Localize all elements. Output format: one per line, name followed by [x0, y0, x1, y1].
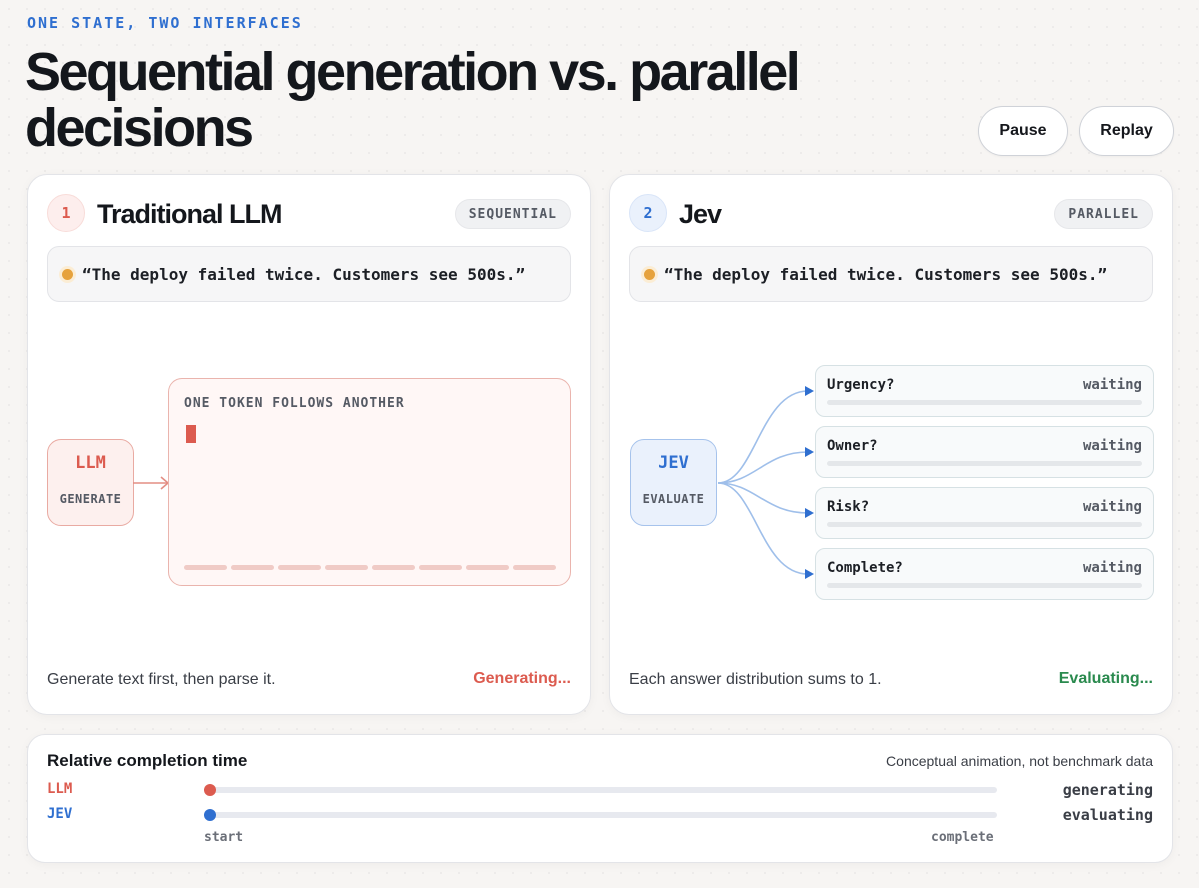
completion-timeline: Relative completion time Conceptual anim…	[27, 734, 1173, 863]
node-subtitle: GENERATE	[59, 492, 122, 506]
token-slots	[184, 565, 556, 570]
question-progress-bar	[827, 461, 1142, 466]
status-dot-icon	[62, 268, 73, 280]
token-slot	[419, 565, 462, 570]
prompt-text: “The deploy failed twice. Customers see …	[82, 264, 526, 284]
pause-button[interactable]: Pause	[978, 106, 1068, 156]
question-state: waiting	[1082, 499, 1142, 515]
question-label: Complete?	[827, 560, 903, 576]
token-box-label: ONE TOKEN FOLLOWS ANOTHER	[184, 396, 405, 411]
token-slot	[513, 565, 556, 570]
token-slot	[278, 565, 321, 570]
timeline-axis-start: start	[204, 830, 244, 845]
fan-out-arrows-icon	[717, 386, 814, 579]
timeline-marker-jev	[204, 809, 216, 821]
panel-number-badge: 1	[47, 194, 85, 232]
timeline-note: Conceptual animation, not benchmark data	[886, 753, 1153, 769]
question-card-complete: Complete? waiting	[815, 548, 1154, 600]
replay-button[interactable]: Replay	[1079, 106, 1174, 156]
timeline-row-label-jev: JEV	[47, 806, 73, 822]
question-state: waiting	[1082, 377, 1142, 393]
llm-node: LLM GENERATE	[47, 439, 134, 526]
panel-title: Jev	[679, 199, 722, 229]
token-slot	[325, 565, 368, 570]
timeline-track-llm	[204, 784, 997, 796]
question-state: waiting	[1082, 560, 1142, 576]
question-card-owner: Owner? waiting	[815, 426, 1154, 478]
question-card-risk: Risk? waiting	[815, 487, 1154, 539]
traditional-llm-panel: 1 Traditional LLM SEQUENTIAL “The deploy…	[27, 174, 591, 715]
token-stream-box: ONE TOKEN FOLLOWS ANOTHER	[168, 378, 571, 586]
timeline-axis-end: complete	[931, 830, 994, 845]
prompt-quote: “The deploy failed twice. Customers see …	[47, 246, 571, 302]
token-slot	[466, 565, 509, 570]
panel-number-badge: 2	[629, 194, 667, 232]
prompt-quote: “The deploy failed twice. Customers see …	[629, 246, 1153, 302]
arrow-right-icon	[133, 476, 170, 490]
panel-status: Generating...	[473, 670, 571, 687]
mode-tag: SEQUENTIAL	[454, 199, 571, 229]
panel-title: Traditional LLM	[97, 199, 282, 229]
timeline-state-jev: evaluating	[1062, 806, 1153, 824]
question-card-urgency: Urgency? waiting	[815, 365, 1154, 417]
node-name: LLM	[75, 453, 106, 473]
question-label: Owner?	[827, 438, 878, 454]
token-slot	[231, 565, 274, 570]
token-slot	[184, 565, 227, 570]
node-name: JEV	[658, 453, 689, 473]
question-progress-bar	[827, 522, 1142, 527]
mode-tag: PARALLEL	[1054, 199, 1153, 229]
question-label: Risk?	[827, 499, 870, 515]
timeline-title: Relative completion time	[47, 751, 248, 770]
timeline-state-llm: generating	[1062, 781, 1153, 799]
timeline-marker-llm	[204, 784, 216, 796]
question-progress-bar	[827, 583, 1142, 588]
panel-description: Generate text first, then parse it.	[47, 671, 276, 688]
question-progress-bar	[827, 400, 1142, 405]
question-label: Urgency?	[827, 377, 895, 393]
token-cursor	[186, 425, 196, 443]
node-subtitle: EVALUATE	[642, 492, 705, 506]
eyebrow: ONE STATE, TWO INTERFACES	[27, 14, 303, 32]
jev-panel: 2 Jev PARALLEL “The deploy failed twice.…	[609, 174, 1173, 715]
status-dot-icon	[644, 268, 655, 280]
page-title: Sequential generation vs. parallel decis…	[25, 42, 801, 158]
panel-description: Each answer distribution sums to 1.	[629, 671, 882, 688]
jev-node: JEV EVALUATE	[630, 439, 717, 526]
token-slot	[372, 565, 415, 570]
timeline-track-jev	[204, 809, 997, 821]
question-state: waiting	[1082, 438, 1142, 454]
prompt-text: “The deploy failed twice. Customers see …	[664, 264, 1108, 284]
panel-status: Evaluating...	[1058, 670, 1153, 687]
timeline-row-label-llm: LLM	[47, 781, 73, 797]
